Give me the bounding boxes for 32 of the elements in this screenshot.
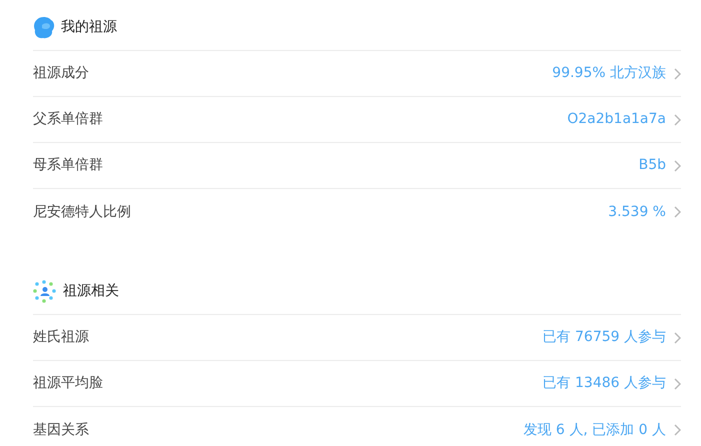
row-value: B5b xyxy=(638,156,666,175)
section-title: 我的祖源 xyxy=(61,18,117,37)
row-label: 父系单倍群 xyxy=(33,110,103,129)
row-label: 母系单倍群 xyxy=(33,156,103,175)
list-row[interactable]: 基因关系 发现 6 人, 已添加 0 人 xyxy=(33,407,681,446)
chevron-right-icon xyxy=(674,206,681,218)
chevron-right-icon xyxy=(674,424,681,436)
list-row[interactable]: 尼安德特人比例 3.539 % xyxy=(33,189,681,235)
row-label: 尼安德特人比例 xyxy=(33,202,131,222)
row-value: 发现 6 人, 已添加 0 人 xyxy=(523,420,666,440)
list-row[interactable]: 姓氏祖源 已有 76759 人参与 xyxy=(33,315,681,361)
list-row[interactable]: 母系单倍群 B5b xyxy=(33,143,681,189)
blob-icon xyxy=(33,16,55,40)
list-row[interactable]: 父系单倍群 O2a2b1a1a7a xyxy=(33,97,681,143)
people-icon xyxy=(33,280,57,304)
chevron-right-icon xyxy=(674,378,681,390)
row-label: 基因关系 xyxy=(33,420,89,440)
chevron-right-icon xyxy=(674,332,681,344)
row-label: 祖源成分 xyxy=(33,64,89,83)
chevron-right-icon xyxy=(674,68,681,80)
row-value: 3.539 % xyxy=(608,202,666,222)
list-row[interactable]: 祖源成分 99.95% 北方汉族 xyxy=(33,51,681,97)
row-value: 99.95% 北方汉族 xyxy=(552,64,666,83)
row-value: O2a2b1a1a7a xyxy=(567,110,666,129)
chevron-right-icon xyxy=(674,114,681,126)
list-row[interactable]: 祖源平均脸 已有 13486 人参与 xyxy=(33,361,681,407)
row-value: 已有 76759 人参与 xyxy=(542,328,666,347)
row-label: 姓氏祖源 xyxy=(33,328,89,347)
section-title: 祖源相关 xyxy=(63,282,119,301)
row-value: 已有 13486 人参与 xyxy=(542,374,666,393)
row-label: 祖源平均脸 xyxy=(33,374,103,393)
chevron-right-icon xyxy=(674,160,681,172)
